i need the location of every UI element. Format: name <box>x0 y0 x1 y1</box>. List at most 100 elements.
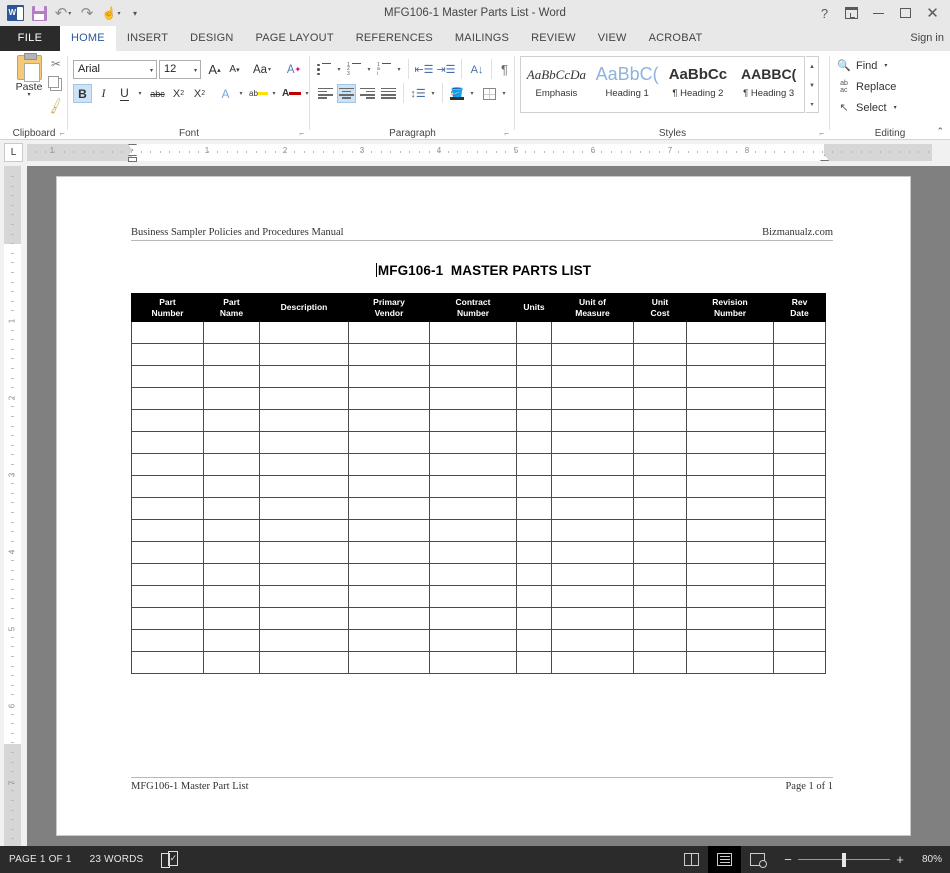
table-cell[interactable] <box>348 607 430 630</box>
table-cell[interactable] <box>551 629 634 652</box>
table-cell[interactable] <box>203 321 260 344</box>
close-button[interactable]: ✕ <box>919 0 946 26</box>
page-footer[interactable]: MFG106-1 Master Part List Page 1 of 1 <box>131 777 833 792</box>
table-cell[interactable] <box>516 585 552 608</box>
zoom-slider-thumb[interactable] <box>842 853 846 867</box>
paste-button[interactable]: Paste ▾ <box>8 53 50 98</box>
format-painter-button[interactable]: 🖌 <box>46 96 66 115</box>
table-cell[interactable] <box>686 629 774 652</box>
table-cell[interactable] <box>131 497 204 520</box>
table-cell[interactable] <box>131 651 204 674</box>
table-row[interactable] <box>131 431 826 454</box>
table-cell[interactable] <box>773 541 826 564</box>
zoom-in-button[interactable]: + <box>890 852 910 867</box>
table-cell[interactable] <box>348 431 430 454</box>
table-cell[interactable] <box>633 541 687 564</box>
table-cell[interactable] <box>551 387 634 410</box>
table-cell[interactable] <box>686 431 774 454</box>
table-cell[interactable] <box>516 321 552 344</box>
table-cell[interactable] <box>773 321 826 344</box>
table-cell[interactable] <box>259 343 349 366</box>
table-cell[interactable] <box>203 387 260 410</box>
table-cell[interactable] <box>773 409 826 432</box>
table-row[interactable] <box>131 585 826 608</box>
chevron-down-icon[interactable]: ▾ <box>194 67 197 74</box>
multilevel-list-button[interactable]: 1ai <box>376 60 393 79</box>
table-cell[interactable] <box>516 453 552 476</box>
table-row[interactable] <box>131 365 826 388</box>
tab-mailings[interactable]: MAILINGS <box>444 26 520 51</box>
styles-scroll-up-icon[interactable]: ▲ <box>806 57 818 76</box>
proofing-errors-icon[interactable] <box>152 846 185 873</box>
ribbon-display-options-icon[interactable] <box>838 0 865 26</box>
table-cell[interactable] <box>429 651 517 674</box>
table-row[interactable] <box>131 651 826 674</box>
table-cell[interactable] <box>203 475 260 498</box>
highlight-button[interactable]: ab <box>249 84 268 103</box>
table-cell[interactable] <box>633 475 687 498</box>
table-cell[interactable] <box>686 343 774 366</box>
numbering-button[interactable]: 123 <box>346 60 363 79</box>
table-cell[interactable] <box>686 497 774 520</box>
table-cell[interactable] <box>429 321 517 344</box>
table-cell[interactable] <box>203 651 260 674</box>
collapse-ribbon-icon[interactable]: ⌃ <box>936 126 944 137</box>
table-cell[interactable] <box>131 541 204 564</box>
table-cell[interactable] <box>203 365 260 388</box>
borders-button[interactable] <box>480 84 498 103</box>
table-cell[interactable] <box>429 365 517 388</box>
table-cell[interactable] <box>259 365 349 388</box>
grow-font-button[interactable]: A ▴ <box>205 60 224 79</box>
table-cell[interactable] <box>773 343 826 366</box>
print-layout-view-button[interactable] <box>708 846 741 873</box>
table-cell[interactable] <box>516 629 552 652</box>
table-cell[interactable] <box>131 321 204 344</box>
table-cell[interactable] <box>633 365 687 388</box>
tab-review[interactable]: REVIEW <box>520 26 587 51</box>
table-cell[interactable] <box>348 563 430 586</box>
table-cell[interactable] <box>773 497 826 520</box>
web-layout-view-button[interactable] <box>741 846 774 873</box>
table-cell[interactable] <box>633 453 687 476</box>
strikethrough-button[interactable]: abc <box>148 84 167 103</box>
chevron-down-icon[interactable]: ▾ <box>8 91 50 98</box>
styles-more-icon[interactable]: ▾ <box>806 95 818 114</box>
table-row[interactable] <box>131 519 826 542</box>
horizontal-ruler[interactable]: L 1 1 2 3 4 5 6 7 8 <box>0 140 950 166</box>
select-button[interactable]: ↖ Select ▾ <box>836 97 896 118</box>
table-cell[interactable] <box>773 519 826 542</box>
table-cell[interactable] <box>773 453 826 476</box>
copy-button[interactable] <box>46 75 66 94</box>
table-cell[interactable] <box>773 563 826 586</box>
table-cell[interactable] <box>633 651 687 674</box>
table-row[interactable] <box>131 607 826 630</box>
table-cell[interactable] <box>348 519 430 542</box>
font-name-input[interactable]: Arial ▾ <box>73 60 157 79</box>
table-cell[interactable] <box>429 343 517 366</box>
table-row[interactable] <box>131 629 826 652</box>
chevron-down-icon[interactable]: ▾ <box>884 62 887 69</box>
show-formatting-marks-button[interactable]: ¶ <box>496 60 513 79</box>
table-cell[interactable] <box>429 497 517 520</box>
highlight-dropdown-icon[interactable]: ▾ <box>268 84 279 103</box>
master-parts-list-table[interactable]: Part Number Part Name Description Primary V… <box>131 293 826 674</box>
table-cell[interactable] <box>633 497 687 520</box>
table-cell[interactable] <box>131 519 204 542</box>
table-cell[interactable] <box>429 629 517 652</box>
table-cell[interactable] <box>429 585 517 608</box>
table-cell[interactable] <box>516 497 552 520</box>
style-item-heading-1[interactable]: AaBbC( Heading 1 <box>592 57 663 112</box>
table-row[interactable] <box>131 343 826 366</box>
superscript-button[interactable]: X2 <box>190 84 209 103</box>
justify-button[interactable] <box>379 84 398 103</box>
font-color-button[interactable]: A <box>282 84 301 103</box>
subscript-button[interactable]: X2 <box>169 84 188 103</box>
italic-button[interactable]: I <box>94 84 113 103</box>
table-cell[interactable] <box>429 541 517 564</box>
change-case-button[interactable]: Aa ▾ <box>248 60 276 79</box>
table-cell[interactable] <box>348 343 430 366</box>
tab-design[interactable]: DESIGN <box>179 26 244 51</box>
table-cell[interactable] <box>773 387 826 410</box>
table-cell[interactable] <box>551 365 634 388</box>
table-cell[interactable] <box>259 409 349 432</box>
